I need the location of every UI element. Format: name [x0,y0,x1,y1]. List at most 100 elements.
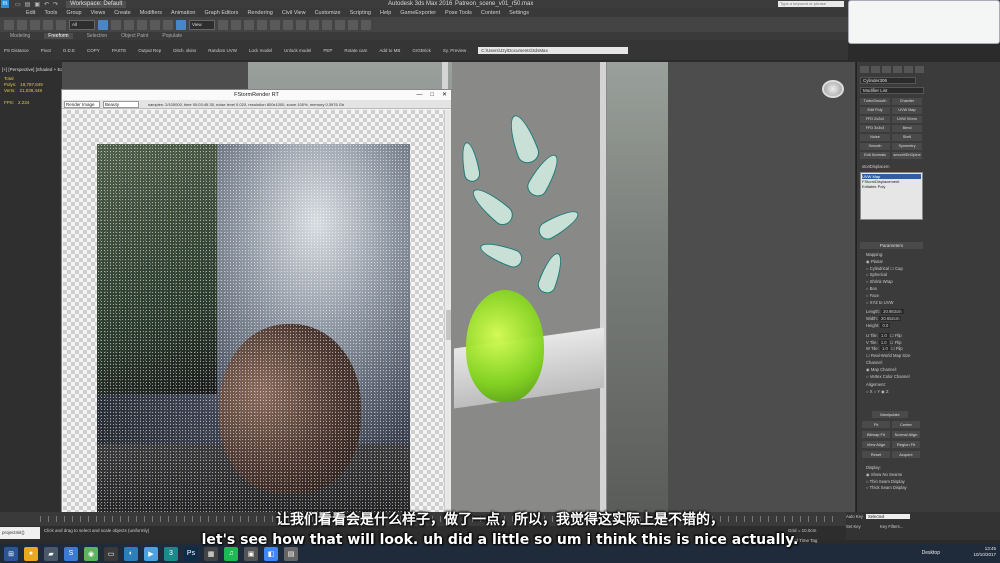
close-icon[interactable]: ✕ [442,90,447,100]
noise-button[interactable]: Noise [860,134,890,141]
tool-pep[interactable]: PEP [323,48,332,53]
bind-space-warp-icon[interactable] [56,19,66,30]
tab-object-paint[interactable]: Object Paint [121,33,148,39]
tool-add-to-mb[interactable]: Add to MB [379,48,400,53]
selected-pot-mesh[interactable] [466,290,544,402]
ffd-2x2x2-button[interactable]: FFD 2x2x2 [860,116,890,123]
tool-pivot[interactable]: Pivot [41,48,51,53]
mapping-planar-radio[interactable]: ◉ Planar [866,259,910,266]
tool-ps-distance[interactable]: PS Distance [4,48,29,53]
render-frame-icon[interactable] [348,19,358,30]
utilities-tab-icon[interactable] [915,66,924,73]
minimize-icon[interactable]: — [416,90,422,100]
mirror-icon[interactable] [270,19,280,30]
acquire-button[interactable]: Acquire [892,451,920,458]
mapping-box-radio[interactable]: ○ Box [866,286,910,293]
tool-sy-preview[interactable]: Sy. Preview [443,48,466,53]
chamfer-button[interactable]: Chamfer [892,98,922,105]
smoothenopine-button[interactable]: smoothEnOpine [892,152,922,159]
menu-gameexporter[interactable]: GameExporter [400,10,436,16]
tool-random-uvw[interactable]: Random UVW [208,48,237,53]
object-name-field[interactable]: Cylinder306 [860,77,916,84]
width-field[interactable]: 20.652cm [879,316,902,322]
mapping-face-radio[interactable]: ○ Face [866,293,910,300]
alignment-axes[interactable]: ○ X ○ Y ◉ Z [866,389,910,396]
menu-scripting[interactable]: Scripting [350,10,371,16]
menu-group[interactable]: Group [66,10,81,16]
tool-ditch-skins[interactable]: Ditch. skins [173,48,196,53]
center-button[interactable]: Center [892,421,920,428]
tab-selection[interactable]: Selection [87,33,108,39]
display-tab-icon[interactable] [904,66,913,73]
ffd-3x3x3-button[interactable]: FFD 3x3x3 [860,125,890,132]
menu-create[interactable]: Create [114,10,131,16]
angle-snap-icon[interactable] [244,19,254,30]
snap-icon[interactable] [231,19,241,30]
stack-item-editable-poly[interactable]: Editable Poly [862,184,921,189]
pivot-icon[interactable] [218,19,228,30]
material-editor-icon[interactable] [322,19,332,30]
mapping-xyz-radio[interactable]: ○ XYZ to UVW [866,300,910,307]
window-crossing-icon[interactable] [137,19,147,30]
render-pass-dropdown[interactable]: Beauty [103,100,139,108]
percent-snap-icon[interactable] [257,19,267,30]
menu-settings[interactable]: Settings [509,10,529,16]
tool-ode[interactable]: O.D.E [63,48,75,53]
utile-field[interactable]: 1.0 [879,332,889,338]
mapping-spherical-radio[interactable]: ○ Spherical [866,272,910,279]
tab-populate[interactable]: Populate [162,33,182,39]
align-icon[interactable] [283,19,293,30]
render-image-dropdown[interactable]: Render Image [64,100,100,108]
menu-civil-view[interactable]: Civil View [282,10,306,16]
ref-coord-dropdown[interactable]: View [189,19,215,30]
link-icon[interactable] [30,19,40,30]
redo-icon[interactable] [17,19,27,30]
viewcube-icon[interactable] [822,80,844,98]
shell-button[interactable]: Shell [892,134,922,141]
tool-copy[interactable]: COPY [87,48,100,53]
tool-grgbrick[interactable]: GrGBrick [412,48,431,53]
parameters-rollout[interactable]: Parameters [860,242,923,249]
edit-poly-button[interactable]: Edit Poly [860,107,890,114]
render-scrollbar[interactable] [444,110,451,525]
render-setup-icon[interactable] [335,19,345,30]
thin-seam-radio[interactable]: ○ Thin Seam Display [866,479,907,486]
selection-filter-dropdown[interactable]: All [69,19,95,30]
desktop-label[interactable]: Desktop [922,550,940,556]
maximize-icon[interactable]: □ [430,90,434,100]
tab-freeform[interactable]: Freeform [44,33,73,39]
vtile-field[interactable]: 1.0 [878,339,889,345]
reset-button[interactable]: Reset [862,451,890,458]
modify-tab-icon[interactable] [871,66,880,73]
motion-tab-icon[interactable] [893,66,902,73]
vertex-color-radio[interactable]: ○ Vertex Color Channel [866,374,910,381]
curve-editor-icon[interactable] [309,19,319,30]
move-icon[interactable] [150,19,160,30]
tool-output-rep[interactable]: Output Rep [138,48,161,53]
realworld-checkbox[interactable]: ☐ Real-World Map Size [866,353,910,360]
menu-content[interactable]: Content [481,10,500,16]
normal-align-button[interactable]: Normal Align [892,431,920,438]
smooth-button[interactable]: Smooth [860,143,890,150]
tool-rotate-cam[interactable]: Rotate cam [344,48,367,53]
menu-views[interactable]: Views [91,10,106,16]
menu-modifiers[interactable]: Modifiers [140,10,162,16]
search-input[interactable]: Type a keyword or phrase [778,1,844,7]
manipulate-button[interactable]: Manipulate [872,411,908,418]
render-icon[interactable] [361,19,371,30]
render-canvas[interactable] [63,110,445,534]
show-no-seams-radio[interactable]: ◉ Show No Seams [866,472,907,479]
menu-graph-editors[interactable]: Graph Editors [205,10,239,16]
save-icon[interactable]: ▣ [34,1,40,8]
unlink-icon[interactable] [43,19,53,30]
undo-icon[interactable] [4,19,14,30]
workspace-dropdown[interactable]: Workspace: Default [66,0,127,8]
height-field[interactable]: 0.0 [880,322,891,328]
wtile-field[interactable]: 1.0 [879,346,890,352]
uvw-xform-button[interactable]: UVW Xform [892,116,922,123]
modifier-list-dropdown[interactable]: Modifier List [860,87,924,94]
tool-unlock-model[interactable]: Unlock model [284,48,311,53]
menu-pose-tools[interactable]: Pose Tools [445,10,472,16]
tool-lock-model[interactable]: Lock model [249,48,272,53]
new-icon[interactable]: ▭ [15,1,21,8]
